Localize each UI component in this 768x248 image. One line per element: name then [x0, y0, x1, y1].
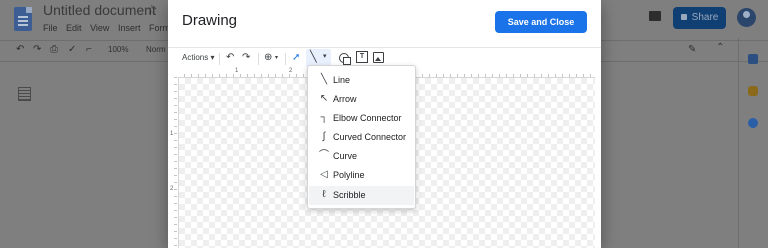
arrow-icon: ↖ — [319, 93, 329, 104]
menu-item-scribble[interactable]: ℓ Scribble — [309, 186, 414, 205]
comment-icon[interactable] — [649, 11, 661, 21]
menu-item-curve[interactable]: ⌒ Curve — [309, 147, 414, 166]
menu-file[interactable]: File — [43, 23, 58, 33]
menu-item-label: Curve — [333, 151, 358, 161]
menu-item-label: Elbow Connector — [333, 113, 402, 123]
avatar[interactable] — [737, 8, 756, 27]
line-icon: ╲ — [320, 74, 328, 85]
share-label: Share — [691, 12, 719, 23]
side-panel — [738, 38, 768, 248]
line-icon: ╲ — [310, 51, 317, 63]
zoom-icon[interactable]: ⊕ — [264, 51, 272, 65]
menu-item-label: Curved Connector — [333, 132, 407, 142]
scribble-icon: ℓ — [322, 189, 326, 200]
print-icon[interactable]: ⎙ — [50, 44, 58, 55]
redo-icon[interactable]: ↷ — [242, 51, 250, 65]
outline-icon[interactable] — [18, 87, 31, 101]
ruler-number: 1 — [170, 131, 174, 137]
menu-item-curved-connector[interactable]: ∫ Curved Connector — [309, 128, 414, 147]
menu-item-arrow[interactable]: ↖ Arrow — [309, 90, 414, 109]
menu-edit[interactable]: Edit — [66, 23, 82, 33]
menu-item-elbow-connector[interactable]: ┐ Elbow Connector — [309, 109, 414, 128]
chevron-down-icon: ▾ — [210, 53, 215, 62]
menu-insert[interactable]: Insert — [118, 23, 141, 33]
share-button[interactable]: Share — [673, 7, 726, 29]
style-select[interactable]: Norm — [146, 45, 166, 54]
menu-item-label: Polyline — [333, 170, 365, 180]
shape-icon[interactable] — [339, 53, 351, 65]
tasks-icon[interactable] — [748, 118, 758, 128]
undo-icon[interactable]: ↶ — [226, 51, 234, 65]
menu-item-label: Arrow — [333, 94, 357, 104]
toolbar-divider — [219, 53, 220, 65]
menu-item-label: Scribble — [333, 190, 366, 200]
polyline-icon: ◁ — [320, 169, 328, 180]
chevron-down-icon: ▾ — [323, 53, 327, 60]
keep-icon[interactable] — [748, 86, 758, 96]
menu-bar: File Edit View Insert Forma — [43, 23, 181, 33]
spellcheck-icon[interactable]: ✓ — [68, 44, 76, 55]
text-box-icon[interactable]: T — [356, 51, 368, 63]
actions-menu-button[interactable]: Actions ▾ — [182, 53, 214, 62]
select-cursor-icon[interactable]: ➚ — [292, 51, 300, 65]
lock-icon — [680, 14, 687, 21]
dialog-title: Drawing — [182, 12, 238, 29]
curved-connector-icon: ∫ — [322, 131, 326, 142]
paint-format-icon[interactable]: ⌐ — [86, 44, 92, 55]
star-icon[interactable]: ☆ — [146, 2, 158, 18]
menu-item-label: Line — [333, 75, 351, 85]
menu-view[interactable]: View — [90, 23, 109, 33]
document-title[interactable]: Untitled document — [43, 2, 156, 18]
docs-logo-icon — [14, 7, 32, 31]
ruler-number: 2 — [170, 186, 174, 192]
toolbar-divider — [258, 53, 259, 65]
line-type-menu: ╲ Line ↖ Arrow ┐ Elbow Connector ∫ Curve… — [307, 65, 416, 209]
ruler-number: 2 — [288, 68, 294, 74]
vertical-ruler — [168, 77, 179, 248]
collapse-toolbar-icon[interactable]: ⌃ — [716, 42, 724, 53]
curve-icon: ⌒ — [319, 150, 329, 161]
actions-label: Actions — [182, 53, 209, 62]
elbow-connector-icon: ┐ — [320, 112, 328, 123]
calendar-icon[interactable] — [748, 54, 758, 64]
undo-icon[interactable]: ↶ — [16, 44, 24, 55]
menu-item-polyline[interactable]: ◁ Polyline — [309, 166, 414, 185]
ruler-number: 1 — [234, 68, 240, 74]
zoom-chevron-down-icon[interactable]: ▾ — [275, 51, 278, 65]
image-icon[interactable] — [373, 52, 384, 63]
editing-mode-icon[interactable]: ✎ — [688, 44, 696, 55]
save-and-close-button[interactable]: Save and Close — [495, 11, 587, 33]
zoom-select[interactable]: 100% — [108, 45, 128, 54]
redo-icon[interactable]: ↷ — [33, 44, 41, 55]
menu-item-line[interactable]: ╲ Line — [309, 71, 414, 90]
toolbar-divider — [285, 53, 286, 65]
